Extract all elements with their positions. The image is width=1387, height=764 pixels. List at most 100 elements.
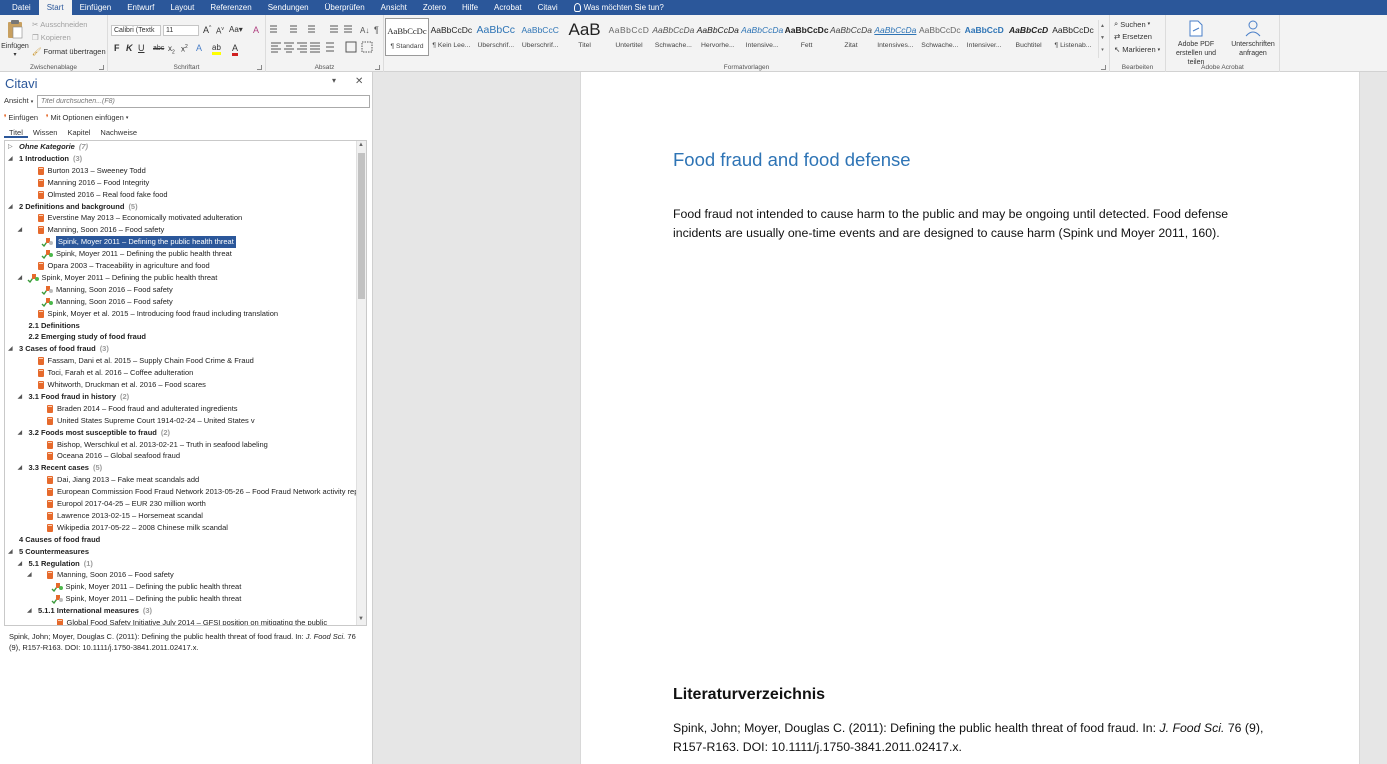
collapse-arrow-icon[interactable]: ◢ — [27, 605, 35, 617]
superscript-button[interactable]: x2 — [181, 44, 188, 54]
tree-citation[interactable]: Spink, Moyer 2011 – Defining the public … — [5, 236, 357, 249]
collapse-arrow-icon[interactable]: ◢ — [8, 546, 16, 558]
paragraph-launcher-icon[interactable] — [375, 65, 380, 70]
bold-button[interactable]: F — [114, 43, 120, 53]
style-item[interactable]: AaBbCcC Überschrif... — [518, 18, 562, 56]
tree-reference[interactable]: ◢ Manning, Soon 2016 – Food safety — [5, 224, 357, 236]
font-size-select[interactable]: 11 — [163, 25, 199, 36]
tree-reference[interactable]: Toci, Farah et al. 2016 – Coffee adulter… — [5, 367, 357, 379]
clipboard-launcher-icon[interactable] — [99, 65, 104, 70]
create-pdf-button[interactable]: Adobe PDF erstellen und teilen — [1168, 20, 1224, 67]
tree-scrollbar[interactable]: ▲ ▼ — [356, 141, 366, 625]
strikethrough-button[interactable]: abc — [153, 45, 164, 52]
document-paragraph[interactable]: Food fraud not intended to cause harm to… — [673, 205, 1263, 243]
tree-reference[interactable]: Oceana 2016 – Global seafood fraud — [5, 450, 357, 462]
ribbon-tab-ansicht[interactable]: Ansicht — [373, 0, 415, 15]
select-button[interactable]: ↖ Markieren ▾ — [1114, 45, 1160, 54]
tree-category[interactable]: ◢ 5 Countermeasures — [5, 546, 357, 558]
cut-button[interactable]: ✂ Ausschneiden — [32, 20, 87, 29]
collapse-arrow-icon[interactable]: ◢ — [18, 427, 26, 439]
tree-reference[interactable]: Europol 2017-04-25 – EUR 230 million wor… — [5, 498, 357, 510]
ribbon-tab-einf-gen[interactable]: Einfügen — [72, 0, 120, 15]
clear-format-icon[interactable]: A — [253, 25, 259, 35]
styles-scroll[interactable]: ▲ ▼ ▾ — [1098, 20, 1106, 58]
text-effects-button[interactable]: A — [196, 43, 202, 53]
expand-arrow-icon[interactable]: ▷ — [8, 141, 16, 153]
underline-button[interactable]: U — [138, 43, 145, 53]
tree-category[interactable]: 2.2 Emerging study of food fraud — [5, 331, 357, 343]
tree-category[interactable]: 4 Causes of food fraud — [5, 534, 357, 546]
collapse-arrow-icon[interactable]: ◢ — [27, 569, 35, 581]
tree-reference[interactable]: Global Food Safety Initiative July 2014 … — [5, 617, 357, 625]
tree-category[interactable]: ◢ 2 Definitions and background (5) — [5, 201, 357, 213]
tree-citation[interactable]: Spink, Moyer 2011 – Defining the public … — [5, 593, 357, 605]
tree-reference[interactable]: Spink, Moyer et al. 2015 – Introducing f… — [5, 308, 357, 320]
collapse-arrow-icon[interactable]: ◢ — [8, 153, 16, 165]
tree-reference[interactable]: United States Supreme Court 1914-02-24 –… — [5, 415, 357, 427]
tree-category[interactable]: ◢ 3.2 Foods most susceptible to fraud (2) — [5, 427, 357, 439]
style-item[interactable]: AaBbCcDc Fett — [785, 18, 829, 56]
font-launcher-icon[interactable] — [257, 65, 262, 70]
style-item[interactable]: AaBbCcDa Hervorhe... — [696, 18, 740, 56]
citavi-tab-titel[interactable]: Titel — [4, 127, 28, 138]
bibliography-entry[interactable]: Spink, John; Moyer, Douglas C. (2011): D… — [673, 719, 1273, 757]
tree-reference[interactable]: ◢ Manning, Soon 2016 – Food safety — [5, 569, 357, 581]
style-item[interactable]: AaBbCcDa Intensive... — [740, 18, 784, 56]
format-painter-button[interactable]: 🖌 Format übertragen — [32, 47, 106, 56]
tree-citation[interactable]: Manning, Soon 2016 – Food safety — [5, 284, 357, 296]
tree-reference[interactable]: Wikipedia 2017-05-22 – 2008 Chinese milk… — [5, 522, 357, 534]
style-item[interactable]: AaBbCcDa Schwache... — [651, 18, 695, 56]
tree-citation[interactable]: ◢ Spink, Moyer 2011 – Defining the public… — [5, 272, 357, 284]
insert-with-options-button[interactable]: ❜ Mit Optionen einfügen ▾ — [46, 113, 128, 122]
citavi-search-input[interactable] — [37, 95, 370, 108]
style-item[interactable]: AaBbCcDa Intensives... — [873, 18, 917, 56]
italic-button[interactable]: K — [126, 43, 133, 53]
ribbon-tab-acrobat[interactable]: Acrobat — [486, 0, 530, 15]
grow-font-button[interactable]: A^ — [203, 25, 211, 35]
font-color-button[interactable]: A — [232, 43, 239, 56]
collapse-arrow-icon[interactable]: ◢ — [8, 343, 16, 355]
scroll-down-icon[interactable]: ▼ — [358, 616, 364, 622]
tree-reference[interactable]: Dai, Jiang 2013 – Fake meat scandals add — [5, 474, 357, 486]
collapse-arrow-icon[interactable]: ◢ — [18, 272, 26, 284]
tree-citation[interactable]: Spink, Moyer 2011 – Defining the public … — [5, 581, 357, 593]
tree-reference[interactable]: Fassam, Dani et al. 2015 – Supply Chain … — [5, 355, 357, 367]
collapse-arrow-icon[interactable]: ◢ — [18, 462, 26, 474]
tree-reference[interactable]: Bishop, Werschkul et al. 2013-02-21 – Tr… — [5, 439, 357, 451]
ribbon-tab-layout[interactable]: Layout — [162, 0, 202, 15]
subscript-button[interactable]: x2 — [168, 44, 175, 56]
tree-reference[interactable]: Lawrence 2013-02-15 – Horsemeat scandal — [5, 510, 357, 522]
citavi-tab-wissen[interactable]: Wissen — [28, 127, 63, 138]
ribbon-tab--berpr-fen[interactable]: Überprüfen — [317, 0, 373, 15]
tree-reference[interactable]: Everstine May 2013 – Economically motiva… — [5, 212, 357, 224]
style-item[interactable]: AaBbCcDc ¶ Listenab... — [1051, 18, 1095, 56]
tree-category[interactable]: ◢ 5.1 Regulation (1) — [5, 558, 357, 570]
citavi-tab-nachweise[interactable]: Nachweise — [95, 127, 142, 138]
tree-reference[interactable]: Opara 2003 – Traceability in agriculture… — [5, 260, 357, 272]
replace-button[interactable]: ⇄ Ersetzen — [1114, 32, 1152, 41]
find-button[interactable]: ⌕ Suchen ▾ — [1114, 19, 1150, 29]
ribbon-tab-citavi[interactable]: Citavi — [530, 0, 566, 15]
tree-reference[interactable]: Braden 2014 – Food fraud and adulterated… — [5, 403, 357, 415]
collapse-arrow-icon[interactable]: ◢ — [18, 224, 26, 236]
ribbon-tab-referenzen[interactable]: Referenzen — [202, 0, 259, 15]
style-item[interactable]: AaBbCcD Intensiver... — [962, 18, 1006, 56]
tree-citation[interactable]: Manning, Soon 2016 – Food safety — [5, 296, 357, 308]
change-case-button[interactable]: Aa▾ — [229, 25, 243, 34]
ansicht-dropdown[interactable]: Ansicht ▾ — [4, 96, 33, 105]
collapse-arrow-icon[interactable]: ◢ — [18, 558, 26, 570]
style-item[interactable]: AaBbCcDc ¶ Standard — [385, 18, 429, 56]
tree-reference[interactable]: Burton 2013 – Sweeney Todd — [5, 165, 357, 177]
styles-launcher-icon[interactable] — [1101, 65, 1106, 70]
tell-me-box[interactable]: Was möchten Sie tun? — [566, 0, 672, 15]
bibliography-heading[interactable]: Literaturverzeichnis — [673, 686, 825, 704]
font-name-select[interactable]: Calibri (Textk — [111, 25, 161, 36]
tree-category[interactable]: 2.1 Definitions — [5, 320, 357, 332]
tree-category[interactable]: ▷ Ohne Kategorie (7) — [5, 141, 357, 153]
tree-reference[interactable]: Whitworth, Druckman et al. 2016 – Food s… — [5, 379, 357, 391]
close-pane-icon[interactable]: ✕ — [355, 76, 363, 87]
tree-citation[interactable]: Spink, Moyer 2011 – Defining the public … — [5, 248, 357, 260]
highlight-button[interactable]: ab — [212, 43, 221, 55]
copy-button[interactable]: ❐ Kopieren — [32, 33, 71, 42]
pane-options-icon[interactable]: ▾ — [332, 76, 336, 85]
